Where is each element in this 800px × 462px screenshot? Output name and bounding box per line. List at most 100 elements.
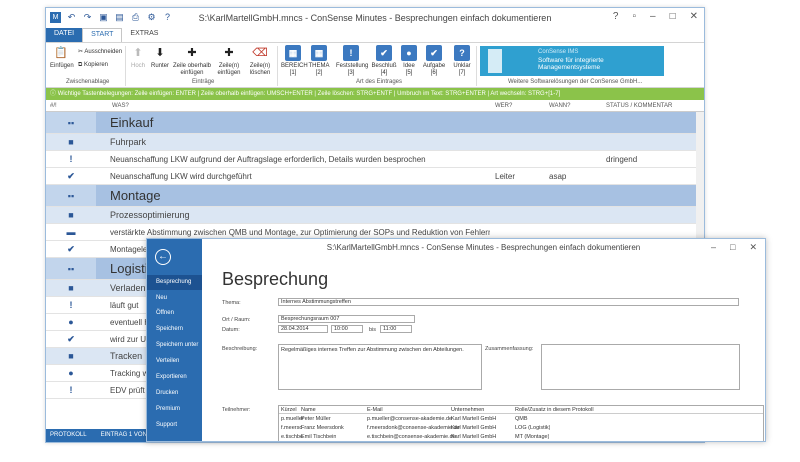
section-row[interactable]: ▪▪ Einkauf [46,112,696,134]
promo-text: Software für integrierte Managementsyste… [538,57,604,71]
menu-oeffnen[interactable]: Öffnen [147,306,202,321]
entry-row[interactable]: ! Neuanschaffung LKW aufgrund der Auftrag… [46,151,696,168]
menu-support[interactable]: Support [147,418,202,433]
close-icon[interactable]: ✕ [690,11,698,22]
beschreibung-field[interactable]: Regelmäßiges internes Treffen zur Abstim… [278,344,482,390]
delete-rows-button[interactable]: ⌫ Zeile(n) löschen [246,45,274,77]
participant-name: Franz Meersdonk [301,425,344,431]
insert-above-button[interactable]: ✚ Zeile oberhalb einfügen [172,45,212,77]
type-beschluss-button[interactable]: ✔ Beschluß [4] [371,45,397,77]
time-to-field[interactable]: 11:00 [380,325,412,333]
group-label-entries: Einträge [192,79,215,85]
grid-icon: ▦ [311,45,327,61]
type-bereich-label: BEREICH [1] [281,63,308,76]
col-wann: WANN? [549,103,571,109]
time-from-field[interactable]: 10:00 [331,325,363,333]
bis-label: bis [369,327,377,333]
help-icon[interactable]: ? [613,11,619,22]
zusammenfassung-field[interactable] [541,344,740,390]
entry-status[interactable]: dringend [606,151,637,167]
close-icon[interactable]: ✕ [749,242,757,253]
plus-icon: ✚ [224,46,234,59]
entry-who[interactable]: Leiter [495,168,515,184]
copy-button[interactable]: ⧉ Kopieren [78,62,128,69]
tab-start[interactable]: START [82,28,123,42]
participant-name: Peter Müller [301,416,331,422]
insert-rows-button[interactable]: ✚ Zeile(n) einfügen [214,45,244,77]
type-feststellung-button[interactable]: ! Feststellung [3] [336,45,368,77]
info-icon: ⓘ [50,91,57,97]
participant-row[interactable]: p.mueller Peter Müller p.mueller@consense-… [279,415,763,423]
menu-drucken[interactable]: Drucken [147,386,202,401]
tab-extras[interactable]: EXTRAS [122,28,166,42]
entry-text[interactable]: Fuhrpark [110,134,490,150]
cut-button[interactable]: ✂ Ausschneiden [78,49,128,56]
menu-premium[interactable]: Premium [147,402,202,417]
entry-type-icon: ● [68,368,74,378]
maximize-icon[interactable]: □ [670,11,676,22]
copy-label: Kopieren [83,62,108,68]
entry-type-icon: ✔ [67,170,75,181]
participant-email: e.tischbein@consense-akademie.de [367,434,456,440]
type-idee-button[interactable]: ● Idee [5] [401,45,417,77]
move-up-label: Hoch [130,63,145,69]
entry-row[interactable]: ✔ Neuanschaffung LKW wird durchgeführt Lei… [46,168,696,185]
question-icon: ? [454,45,470,61]
type-beschluss-label: Beschluß [4] [371,63,397,76]
type-bereich-button[interactable]: ▦ BEREICH [1] [281,45,308,77]
participant-role: LOG (Logistik) [515,425,551,431]
menu-neu[interactable]: Neu [147,291,202,306]
header-name: Name [301,407,316,413]
entry-text[interactable]: Einkauf [110,112,490,133]
menu-verteilen[interactable]: Verteilen [147,354,202,369]
entry-text[interactable]: Prozessoptimierung [110,207,490,223]
ort-field[interactable]: Besprechungsraum 007 [278,315,415,323]
header-rolle: Rolle/Zusatz in diesem Protokoll [515,407,594,413]
group-label-entry-type: Art des Eintrages [356,79,403,85]
section-row[interactable]: ▪▪ Montage [46,185,696,207]
participant-row[interactable]: e.tischbe Emil Tischbein e.tischbein@conse… [279,433,763,441]
group-label-more-software[interactable]: Weitere Softwarelösungen der ConSense Gm… [508,79,642,85]
col-marker: #/! [50,103,57,109]
entry-text[interactable]: Neuanschaffung LKW aufgrund der Auftrags… [110,151,490,167]
thema-field[interactable]: Internes Abstimmungstreffen [278,298,739,306]
group-label-clipboard: Zwischenablage [66,79,110,85]
entry-type-icon: ■ [68,283,74,293]
title-bar: M ↶ ↷ ▣ ▤ ⎙ ⚙ ? S:\KarlMartellGmbH.mncs … [46,8,704,28]
menu-speichern-unter[interactable]: Speichern unter [147,338,202,353]
entry-when[interactable]: asap [549,168,566,184]
ribbon-divider [277,46,278,86]
zusammenfassung-label: Zusammenfassung: [485,346,534,352]
minimize-icon[interactable]: – [711,242,716,253]
page-title: Besprechung [222,269,329,289]
move-up-button[interactable]: ⬆ Hoch [129,45,147,70]
lighthouse-icon [488,49,502,73]
menu-speichern[interactable]: Speichern [147,322,202,337]
menu-exportieren[interactable]: Exportieren [147,370,202,385]
cut-icon: ✂ [78,49,84,55]
topic-row[interactable]: ■ Prozessoptimierung [46,207,696,224]
move-down-button[interactable]: ⬇ Runter [151,45,169,70]
entry-text[interactable]: Montage [110,185,490,206]
type-unklar-button[interactable]: ? Unklar [7] [451,45,473,77]
entry-type-icon: ▪▪ [46,112,96,133]
delete-rows-label: Zeile(n) löschen [249,63,271,76]
entry-text[interactable]: Neuanschaffung LKW wird durchgeführt [110,168,490,184]
type-aufgabe-button[interactable]: ✔ Aufgabe [6] [422,45,446,77]
type-thema-button[interactable]: ▦ THEMA [2] [308,45,330,77]
plus-icon: ✚ [187,46,197,59]
col-status: STATUS / KOMMENTAR [606,103,673,109]
paste-button[interactable]: 📋 Einfügen [50,45,74,70]
maximize-icon[interactable]: □ [730,242,735,253]
topic-row[interactable]: ■ Fuhrpark [46,134,696,151]
tab-datei[interactable]: DATEI [46,28,83,42]
delete-icon: ⌫ [252,46,268,59]
window-title: S:\KarlMartellGmbH.mncs - ConSense Minut… [326,243,641,252]
datum-field[interactable]: 28.04.2014 [278,325,328,333]
back-arrow-icon[interactable]: ← [155,249,171,265]
restore-icon[interactable]: ▫ [632,11,636,22]
menu-besprechung[interactable]: Besprechung [147,275,202,290]
promo-banner[interactable]: ConSense IMS Software für integrierte Ma… [480,46,664,76]
participant-row[interactable]: f.meersd Franz Meersdonk f.meersdonk@conse… [279,424,763,432]
minimize-icon[interactable]: – [650,11,656,22]
